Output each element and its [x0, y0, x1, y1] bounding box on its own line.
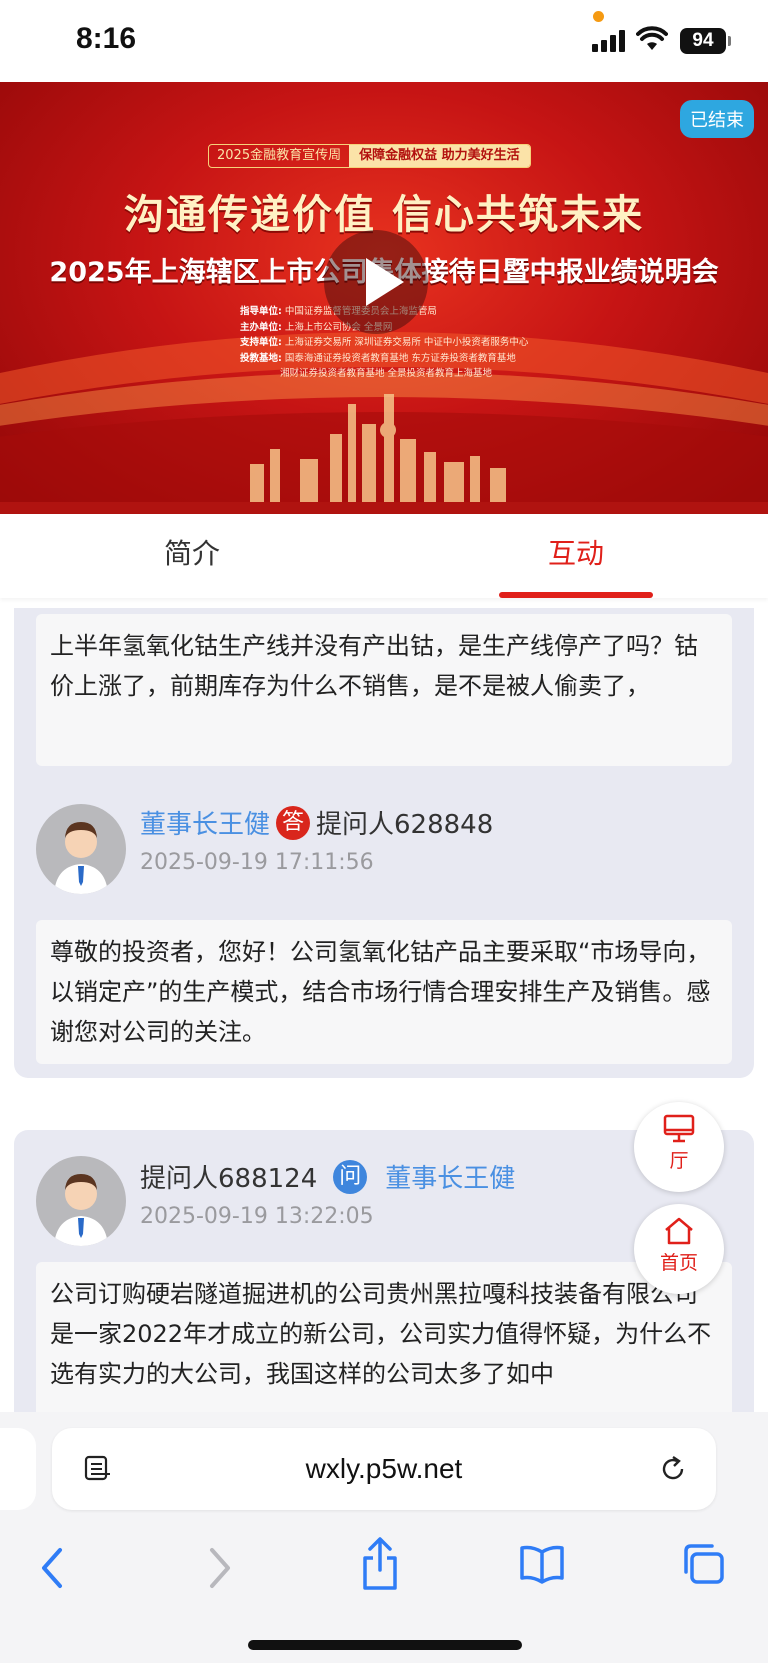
avatar [36, 804, 126, 894]
campaign-tag: 2025金融教育宣传周 保障金融权益 助力美好生活 [208, 144, 531, 168]
share-icon[interactable] [360, 1536, 400, 1592]
question-meta: 提问人688124 问 董事长王健 [140, 1158, 515, 1195]
tab-intro[interactable]: 简介 [0, 514, 384, 598]
qa-feed[interactable]: 上半年氢氧化钴生产线并没有产出钴，是生产线停产了吗？钴价上涨了，前期库存为什么不… [0, 608, 768, 1412]
tabs-icon[interactable] [680, 1542, 726, 1586]
answerer-name[interactable]: 董事长王健 [140, 804, 270, 841]
avatar [36, 1156, 126, 1246]
answer-meta: 董事长王健 答 提问人628848 [140, 804, 493, 841]
home-button[interactable]: 首页 [634, 1204, 724, 1294]
campaign-slogan: 保障金融权益 助力美好生活 [349, 145, 530, 167]
organizer-line: 支持单位: 上海证券交易所 深圳证券交易所 中证中小投资者服务中心 [240, 337, 529, 348]
question-badge-icon: 问 [333, 1159, 368, 1194]
asker-name: 提问人688124 [140, 1164, 318, 1194]
privacy-indicator-dot [593, 11, 604, 22]
campaign-week-label: 2025金融教育宣传周 [217, 148, 342, 163]
video-banner[interactable]: 已结束 2025金融教育宣传周 保障金融权益 助力美好生活 沟通传递价值 信心共… [0, 82, 768, 514]
status-bar: 8:16 94 [0, 0, 768, 82]
city-skyline-illustration [0, 394, 768, 514]
back-icon[interactable] [38, 1546, 68, 1590]
cellular-signal-icon [592, 30, 628, 52]
asker-name: 提问人628848 [316, 810, 494, 840]
wifi-icon [636, 26, 668, 50]
address-bar[interactable]: wxly.p5w.net [52, 1428, 716, 1510]
organizer-line: 指导单位: 中国证券监督管理委员会上海监管局 [240, 306, 437, 317]
browser-nav-row [0, 1532, 768, 1602]
tab-bar: 简介 互动 [0, 514, 768, 598]
user-avatar-icon [54, 822, 108, 894]
addressee-name[interactable]: 董事长王健 [385, 1158, 515, 1195]
url-text[interactable]: wxly.p5w.net [52, 1428, 716, 1510]
home-button-label: 首页 [659, 1252, 698, 1274]
answer-timestamp: 2025-09-19 17:11:56 [140, 850, 374, 875]
organizer-line: 主办单位: 上海上市公司协会 全景网 [240, 321, 393, 333]
play-button[interactable] [324, 230, 428, 334]
ended-status-badge: 已结束 [680, 100, 754, 138]
browser-toolbar: wxly.p5w.net [0, 1412, 768, 1663]
answer-text: 尊敬的投资者，您好！公司氢氧化钴产品主要采取“市场导向，以销定产”的生产模式，结… [36, 920, 732, 1064]
answer-badge-icon: 答 [276, 805, 311, 840]
reload-icon[interactable] [658, 1454, 688, 1484]
home-indicator[interactable] [248, 1640, 522, 1650]
question-text: 公司订购硬岩隧道掘进机的公司贵州黑拉嘎科技装备有限公司是一家2022年才成立的新… [36, 1262, 732, 1412]
qa-card: 上半年氢氧化钴生产线并没有产出钴，是生产线停产了吗？钴价上涨了，前期库存为什么不… [14, 608, 754, 1078]
previous-tab-peek[interactable] [0, 1428, 36, 1510]
status-time: 8:16 [76, 22, 137, 55]
question-text: 上半年氢氧化钴生产线并没有产出钴，是生产线停产了吗？钴价上涨了，前期库存为什么不… [36, 614, 732, 766]
monitor-icon [663, 1114, 695, 1143]
bookmarks-icon[interactable] [518, 1544, 566, 1584]
forward-icon[interactable] [204, 1546, 234, 1590]
home-icon [665, 1217, 693, 1245]
question-timestamp: 2025-09-19 13:22:05 [140, 1204, 374, 1229]
user-avatar-icon [54, 1174, 108, 1246]
tab-interaction[interactable]: 互动 [384, 514, 768, 598]
hall-button[interactable]: 厅 [634, 1102, 724, 1192]
battery-indicator: 94 [680, 28, 731, 54]
hall-button-label: 厅 [669, 1150, 689, 1172]
